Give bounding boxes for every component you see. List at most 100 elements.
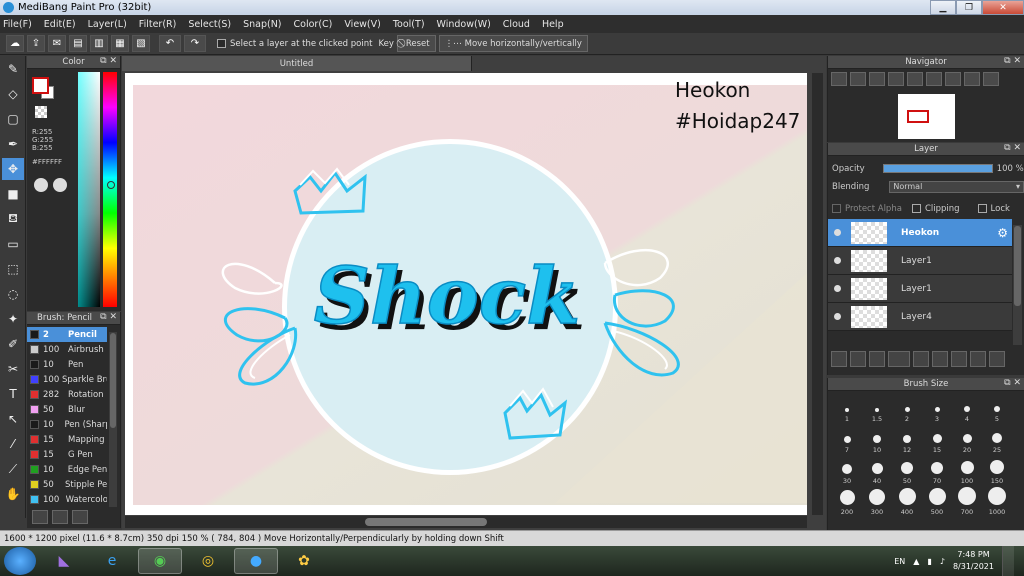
brush-size-option[interactable]: 1000: [982, 486, 1012, 517]
layer-item[interactable]: Layer1: [828, 247, 1012, 275]
brush-size-option[interactable]: 20: [952, 424, 982, 455]
visibility-icon[interactable]: [834, 257, 841, 264]
viewport-indicator[interactable]: [907, 110, 929, 123]
brush-item[interactable]: 10 Pen (Sharp): [27, 417, 107, 432]
dot-tool-icon[interactable]: ▢: [2, 108, 24, 130]
brush-item[interactable]: 15 G Pen: [27, 447, 107, 462]
new-halftone-layer-icon[interactable]: [850, 351, 866, 367]
volume-icon[interactable]: ♪: [940, 557, 945, 566]
hue-slider[interactable]: [103, 72, 117, 307]
clipping-checkbox[interactable]: [911, 204, 921, 213]
undo-icon[interactable]: ↶: [159, 35, 181, 52]
menu-item-9[interactable]: Window(W): [437, 19, 491, 30]
maximize-button[interactable]: ❐: [956, 0, 982, 15]
add-brush-icon[interactable]: [32, 510, 48, 524]
magic-wand-tool-icon[interactable]: ✦: [2, 308, 24, 330]
brush-size-option[interactable]: 15: [922, 424, 952, 455]
fill-rect-tool-icon[interactable]: ■: [2, 183, 24, 205]
actual-size-icon[interactable]: [926, 72, 942, 86]
protect-alpha-checkbox[interactable]: [832, 204, 841, 213]
brush-size-option[interactable]: 2: [892, 393, 922, 424]
bucket-tool-icon[interactable]: ⛾: [2, 208, 24, 230]
eyedropper2-tool-icon[interactable]: ⟋: [2, 458, 24, 480]
tray-arrow-icon[interactable]: ▲: [913, 557, 919, 566]
canvas-vertical-scrollbar[interactable]: [812, 73, 823, 515]
move-tool-icon[interactable]: ✥: [2, 158, 24, 180]
select-pen-tool-icon[interactable]: ✐: [2, 333, 24, 355]
document-tab[interactable]: Untitled: [122, 56, 472, 71]
cloud-icon[interactable]: ☁: [6, 35, 24, 52]
language-indicator[interactable]: EN: [894, 557, 905, 566]
menu-item-2[interactable]: Layer(L): [88, 19, 127, 30]
layers-doc-icon[interactable]: ▧: [132, 35, 150, 52]
panel-close-icon[interactable]: ⧉ ✕: [100, 56, 117, 66]
navigator-thumbnail[interactable]: [898, 94, 955, 139]
lock-checkbox[interactable]: [977, 204, 987, 213]
duplicate-layer-icon[interactable]: [932, 351, 948, 367]
menu-item-4[interactable]: Select(S): [188, 19, 231, 30]
brush-size-option[interactable]: 25: [982, 424, 1012, 455]
network-icon[interactable]: ▮: [927, 557, 931, 566]
move-hv-button[interactable]: ⋮⋯ Move horizontally/vertically: [438, 35, 588, 52]
layer-close-icon[interactable]: ⧉ ✕: [1004, 143, 1021, 153]
brush-list-scrollbar[interactable]: [109, 332, 117, 507]
chrome-icon[interactable]: ◎: [186, 548, 230, 574]
brush-size-option[interactable]: 500: [922, 486, 952, 517]
menu-item-11[interactable]: Help: [542, 19, 564, 30]
brush-size-option[interactable]: 150: [982, 455, 1012, 486]
palette-icon[interactable]: [34, 178, 48, 192]
layer-item[interactable]: Layer4: [828, 303, 1012, 331]
eyedropper-tool-icon[interactable]: ⁄: [2, 433, 24, 455]
brush-size-option[interactable]: 7: [832, 424, 862, 455]
share-icon[interactable]: ⇪: [27, 35, 45, 52]
brush-item[interactable]: 50 Blur: [27, 402, 107, 417]
zoom-in-icon[interactable]: [850, 72, 866, 86]
lasso-tool-icon[interactable]: ◌: [2, 283, 24, 305]
gear-icon[interactable]: ⚙: [997, 226, 1008, 240]
brush-size-option[interactable]: 400: [892, 486, 922, 517]
brush-size-option[interactable]: 700: [952, 486, 982, 517]
brush-size-option[interactable]: 100: [952, 455, 982, 486]
brush-item[interactable]: 100Sparkle Brush: [27, 372, 107, 387]
pen-tool-icon[interactable]: ✒: [2, 133, 24, 155]
canvas[interactable]: Shock Shock Heokon #Hoidap247: [125, 73, 807, 515]
layer-list-scrollbar[interactable]: [1013, 225, 1022, 345]
close-button[interactable]: ✕: [982, 0, 1024, 15]
menu-item-1[interactable]: Edit(E): [44, 19, 76, 30]
reset-button[interactable]: ⃠ Reset: [396, 35, 436, 52]
operation-tool-icon[interactable]: ↖: [2, 408, 24, 430]
saturation-value-picker[interactable]: [78, 72, 100, 307]
brush-item[interactable]: 100 Airbrush: [27, 342, 107, 357]
layer-item[interactable]: Layer1: [828, 275, 1012, 303]
minimize-button[interactable]: ▁: [930, 0, 956, 15]
layer-type-menu-icon[interactable]: [888, 351, 910, 367]
select-eraser-tool-icon[interactable]: ✂: [2, 358, 24, 380]
eraser-tool-icon[interactable]: ◇: [2, 83, 24, 105]
merge-layer-icon[interactable]: [951, 351, 967, 367]
brush-size-option[interactable]: 70: [922, 455, 952, 486]
layer-item[interactable]: Heokon ⚙: [828, 219, 1012, 247]
text-tool-icon[interactable]: T: [2, 383, 24, 405]
brush-options-icon[interactable]: [72, 510, 88, 524]
menu-item-7[interactable]: View(V): [344, 19, 380, 30]
menu-item-10[interactable]: Cloud: [503, 19, 530, 30]
chat-icon[interactable]: ▤: [69, 35, 87, 52]
new-brush-icon[interactable]: [52, 510, 68, 524]
brush-tool-icon[interactable]: ✎: [2, 58, 24, 80]
brush-size-option[interactable]: 12: [892, 424, 922, 455]
navigator-close-icon[interactable]: ⧉ ✕: [1004, 56, 1021, 66]
transparent-color-icon[interactable]: [35, 106, 47, 118]
brush-size-option[interactable]: 30: [832, 455, 862, 486]
menu-item-6[interactable]: Color(C): [294, 19, 333, 30]
new-8bit-layer-icon[interactable]: [869, 351, 885, 367]
show-desktop-button[interactable]: [1002, 546, 1014, 576]
flip-icon[interactable]: [964, 72, 980, 86]
app-green-icon[interactable]: ◉: [138, 548, 182, 574]
select-rect-tool-icon[interactable]: ⬚: [2, 258, 24, 280]
layer-settings-icon[interactable]: [970, 351, 986, 367]
fit-icon[interactable]: [869, 72, 885, 86]
brush-size-option[interactable]: 3: [922, 393, 952, 424]
canvas-horizontal-scrollbar[interactable]: [125, 516, 807, 528]
redo-icon[interactable]: ↷: [184, 35, 206, 52]
hand-tool-icon[interactable]: ✋: [2, 483, 24, 505]
